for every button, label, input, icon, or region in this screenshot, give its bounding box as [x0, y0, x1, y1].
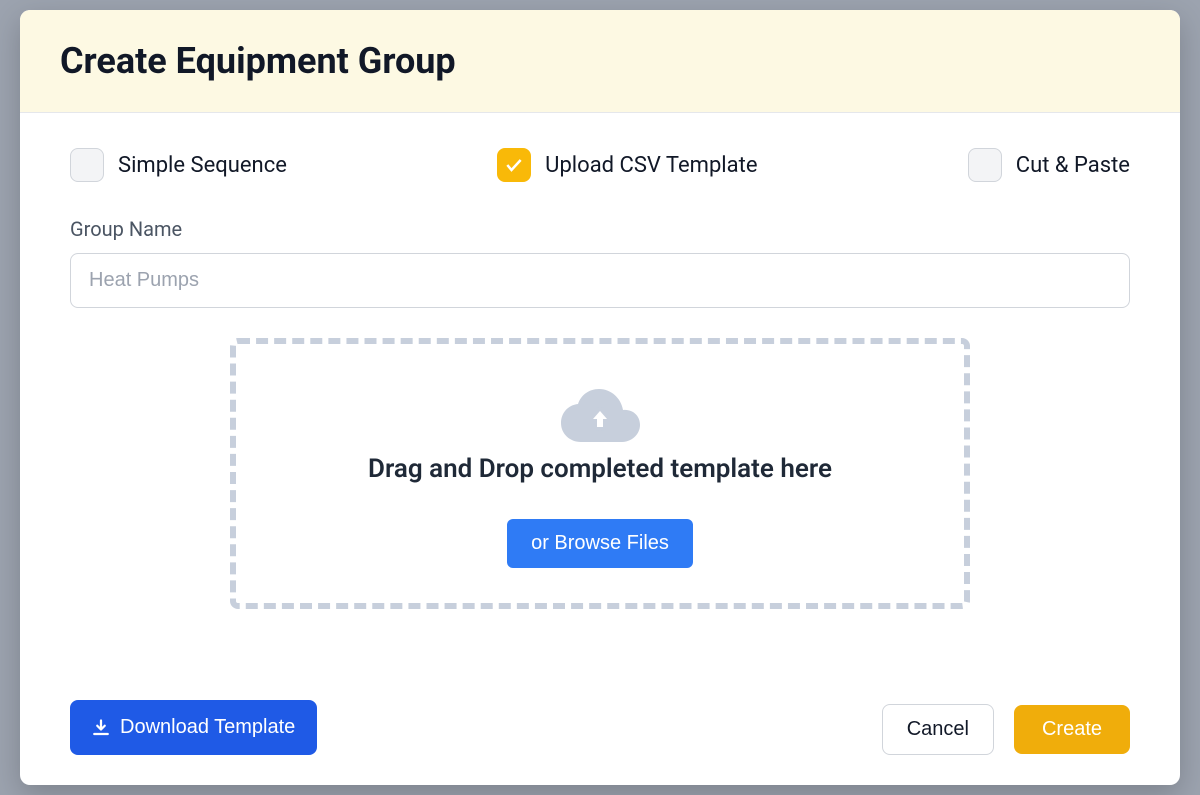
option-cut-paste[interactable]: Cut & Paste — [968, 148, 1130, 182]
group-name-label: Group Name — [70, 217, 1130, 241]
download-template-label: Download Template — [120, 716, 295, 739]
download-icon — [92, 719, 110, 737]
option-label-cut-paste: Cut & Paste — [1016, 153, 1130, 178]
create-button[interactable]: Create — [1014, 705, 1130, 754]
dropzone-text: Drag and Drop completed template here — [368, 454, 832, 484]
right-buttons: Cancel Create — [882, 704, 1130, 755]
create-equipment-group-modal: Create Equipment Group Simple Sequence U… — [20, 10, 1180, 785]
modal-header: Create Equipment Group — [20, 10, 1180, 113]
download-template-button[interactable]: Download Template — [70, 700, 317, 755]
cancel-button[interactable]: Cancel — [882, 704, 994, 755]
browse-files-button[interactable]: or Browse Files — [507, 519, 693, 568]
check-icon — [504, 155, 524, 175]
option-upload-csv[interactable]: Upload CSV Template — [497, 148, 757, 182]
option-label-simple-sequence: Simple Sequence — [118, 153, 287, 178]
cloud-upload-icon — [560, 384, 640, 444]
group-name-input[interactable] — [70, 253, 1130, 308]
checkbox-simple-sequence[interactable] — [70, 148, 104, 182]
modal-title: Create Equipment Group — [60, 40, 1140, 82]
option-label-upload-csv: Upload CSV Template — [545, 153, 757, 178]
checkbox-upload-csv[interactable] — [497, 148, 531, 182]
checkbox-cut-paste[interactable] — [968, 148, 1002, 182]
file-dropzone[interactable]: Drag and Drop completed template here or… — [230, 338, 970, 609]
footer-row: Download Template Cancel Create — [70, 700, 1130, 755]
modal-body: Simple Sequence Upload CSV Template Cut … — [20, 113, 1180, 785]
options-row: Simple Sequence Upload CSV Template Cut … — [70, 148, 1130, 182]
option-simple-sequence[interactable]: Simple Sequence — [70, 148, 287, 182]
